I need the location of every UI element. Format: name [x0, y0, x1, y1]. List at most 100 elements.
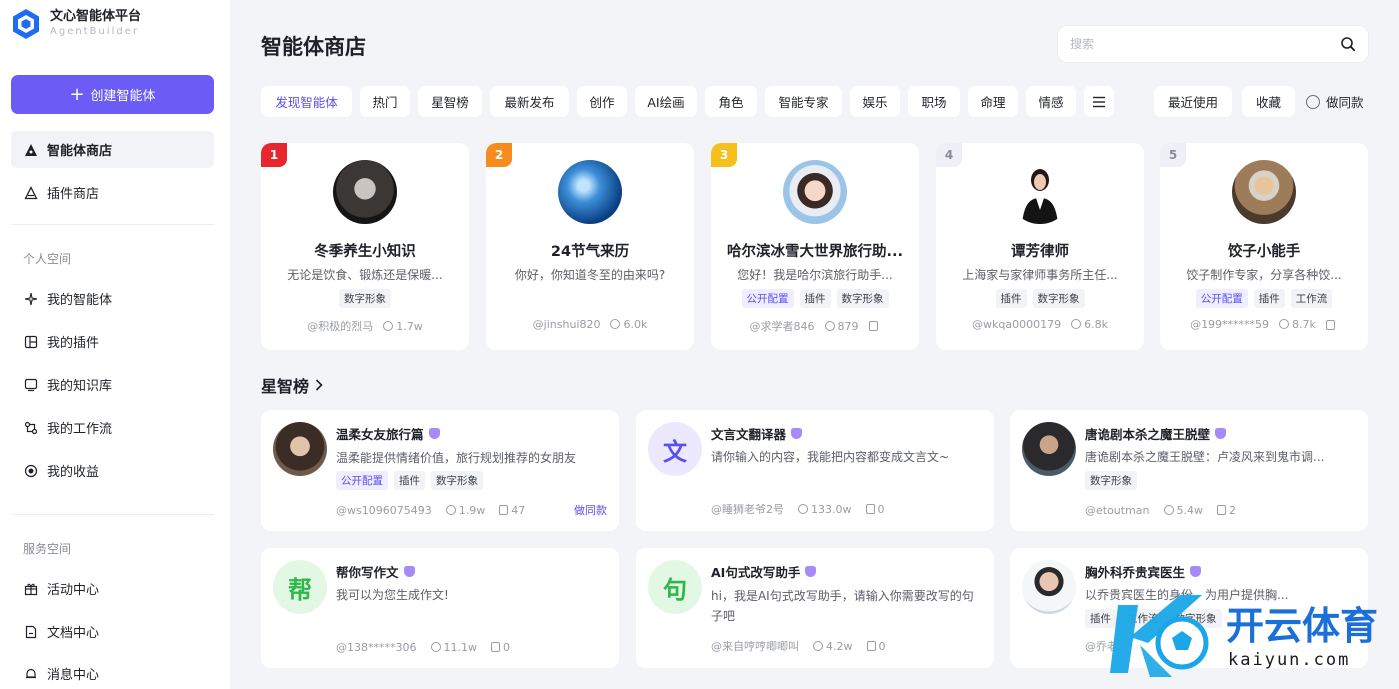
avatar — [333, 160, 397, 224]
copy-stat: 0 — [491, 641, 510, 654]
sidebar-item-my-workflows[interactable]: 我的工作流 — [11, 409, 214, 446]
sidebar-item-activity-center[interactable]: 活动中心 — [11, 570, 214, 607]
avatar — [1008, 160, 1072, 224]
sidebar-item-message-center[interactable]: 消息中心 — [11, 655, 214, 689]
tag-list: 公开配置 插件 数字形象 — [711, 289, 919, 308]
tag: 数字形象 — [1032, 289, 1085, 308]
sidebar-item-my-agents[interactable]: 我的智能体 — [11, 280, 214, 317]
sidebar-item-label: 我的知识库 — [47, 379, 113, 394]
star-ranking-title[interactable]: 星智榜 — [261, 373, 323, 397]
copy-icon[interactable] — [1325, 319, 1335, 330]
usage-stat: 133.0w — [798, 503, 852, 516]
chat-icon — [445, 505, 456, 515]
tag: 插件 — [799, 289, 831, 308]
rank-badge: 5 — [1160, 143, 1186, 167]
usage-count: 879 — [837, 319, 859, 333]
top-agent-card[interactable]: 4 谭芳律师 上海家与家律师事务所主任... 插件 数字形象 @wkqa0000… — [936, 143, 1144, 350]
tab-star-ranking[interactable]: 星智榜 — [418, 86, 482, 117]
top-agent-card[interactable]: 2 24节气来历 你好，你知道冬至的由来吗? @jinshui820 6.0k — [486, 143, 694, 350]
same-style-label: 做同款 — [1326, 95, 1364, 110]
sidebar-divider — [11, 514, 214, 515]
agent-list-card[interactable]: 唐诡剧本杀之魔王脱壁 唐诡剧本杀之魔王脱壁：卢凌风来到鬼市调... 数字形象 @… — [1010, 410, 1368, 531]
sidebar-item-label: 我的智能体 — [47, 293, 113, 308]
tag: 数字形象 — [431, 471, 483, 490]
tab-hot[interactable]: 热门 — [360, 86, 410, 117]
agent-name: AI句式改写助手 — [711, 565, 801, 580]
avatar — [1022, 422, 1076, 476]
copy-icon[interactable] — [868, 321, 878, 331]
tab-fortune[interactable]: 命理 — [968, 86, 1018, 117]
agent-list-card[interactable]: 文 文言文翻译器 请你输入的内容，我能把内容都变成文言文~ @睡狮老爷2号 13… — [636, 410, 994, 531]
tag: 公开配置 — [1195, 289, 1248, 308]
tab-expert[interactable]: 智能专家 — [765, 86, 842, 117]
avatar: 文 — [648, 422, 702, 476]
tab-entertainment[interactable]: 娱乐 — [850, 86, 900, 117]
agent-name: 冬季养生小知识 — [314, 244, 416, 260]
tab-workplace[interactable]: 职场 — [908, 86, 960, 117]
agent-name: 唐诡剧本杀之魔王脱壁 — [1085, 427, 1211, 442]
more-tabs-button[interactable] — [1084, 86, 1114, 117]
verified-badge-icon — [403, 566, 415, 577]
tab-recent[interactable]: 最近使用 — [1154, 86, 1232, 117]
usage-count: 4.2w — [826, 639, 853, 653]
agent-store-icon — [23, 142, 39, 158]
avatar — [273, 422, 327, 476]
menu-icon — [1093, 96, 1105, 107]
agent-meta: @etoutman 5.4w 2 — [1085, 504, 1236, 517]
brand-logo[interactable]: 文心智能体平台 AgentBuilder — [10, 8, 141, 40]
sidebar-item-my-revenue[interactable]: 我的收益 — [11, 452, 214, 489]
workflow-icon — [23, 420, 39, 436]
agent-list-card[interactable]: 帮 帮你写作文 我可以为您生成作文! @138*****306 11.1w 0 — [261, 548, 619, 668]
author-name: @ws1096075493 — [336, 504, 432, 517]
top-agent-card[interactable]: 3 哈尔滨冰雪大世界旅行助... 您好！我是哈尔滨旅行助手... 公开配置 插件… — [711, 143, 919, 350]
tag-list: 数字形象 — [1085, 471, 1137, 490]
same-style-toggle[interactable]: 做同款 — [1302, 86, 1372, 117]
tab-role[interactable]: 角色 — [705, 86, 757, 117]
agent-description: 请你输入的内容，我能把内容都变成文言文~ — [711, 450, 950, 464]
rank-badge: 3 — [711, 143, 737, 167]
tab-emotion[interactable]: 情感 — [1026, 86, 1076, 117]
agent-description: 无论是饮食、锻炼还是保暖... — [287, 268, 443, 282]
service-space-title: 服务空间 — [23, 542, 72, 556]
tab-favorites[interactable]: 收藏 — [1242, 86, 1295, 117]
top-agent-card[interactable]: 5 饺子小能手 饺子制作专家，分享各种饺... 公开配置 插件 工作流 @199… — [1160, 143, 1368, 350]
author-name: @睡狮老爷2号 — [711, 503, 784, 516]
search-input[interactable] — [1070, 37, 1310, 51]
search-icon[interactable] — [1340, 36, 1356, 52]
tab-ai-drawing[interactable]: AI绘画 — [635, 86, 697, 117]
tag-list: 公开配置 插件 工作流 — [1160, 289, 1368, 308]
tab-creation[interactable]: 创作 — [577, 86, 627, 117]
agent-name: 24节气来历 — [550, 244, 630, 260]
rank-badge: 4 — [936, 143, 962, 167]
sidebar: 文心智能体平台 AgentBuilder + 创建智能体 智能体商店 插件商店 … — [0, 0, 230, 689]
sidebar-item-agent-store[interactable]: 智能体商店 — [11, 131, 214, 168]
agent-meta: @睡狮老爷2号 133.0w 0 — [711, 501, 885, 517]
tab-discover[interactable]: 发现智能体 — [261, 86, 352, 117]
sidebar-divider — [11, 224, 214, 225]
page-title: 智能体商店 — [261, 35, 366, 59]
agent-name-row: 文言文翻译器 — [711, 424, 803, 443]
kaiyun-watermark-logo: 开云体育 kaiyun.com — [1110, 595, 1378, 677]
sidebar-item-plugin-store[interactable]: 插件商店 — [11, 174, 214, 211]
sidebar-item-my-plugins[interactable]: 我的插件 — [11, 323, 214, 360]
tab-latest[interactable]: 最新发布 — [490, 86, 569, 117]
top-agent-card[interactable]: 1 冬季养生小知识 无论是饮食、锻炼还是保暖... 数字形象 @积极的烈马 1.… — [261, 143, 469, 350]
create-agent-button[interactable]: + 创建智能体 — [11, 75, 214, 114]
author-name: @etoutman — [1085, 504, 1150, 517]
sidebar-item-docs-center[interactable]: 文档中心 — [11, 613, 214, 650]
usage-stat: 6.0k — [610, 318, 647, 331]
make-same-link[interactable]: 做同款 — [574, 502, 607, 518]
copy-count: 47 — [511, 504, 526, 517]
sidebar-item-my-knowledge[interactable]: 我的知识库 — [11, 366, 214, 403]
document-icon — [23, 624, 39, 640]
sparkle-icon — [23, 291, 39, 307]
tag-list: 公开配置 插件 数字形象 — [336, 471, 483, 490]
search-box[interactable] — [1057, 25, 1369, 63]
agent-list-card[interactable]: 温柔女友旅行篇 温柔能提供情绪价值，旅行规划推荐的女朋友 公开配置 插件 数字形… — [261, 410, 619, 531]
plus-icon: + — [69, 83, 85, 105]
agent-name-row: AI句式改写助手 — [711, 562, 817, 581]
chat-icon — [610, 319, 621, 329]
usage-count: 6.8k — [1084, 318, 1108, 331]
agent-list-card[interactable]: 句 AI句式改写助手 hi，我是AI句式改写助手，请输入你需要改写的句子吧 @来… — [636, 548, 994, 668]
copy-count: 0 — [878, 639, 886, 653]
